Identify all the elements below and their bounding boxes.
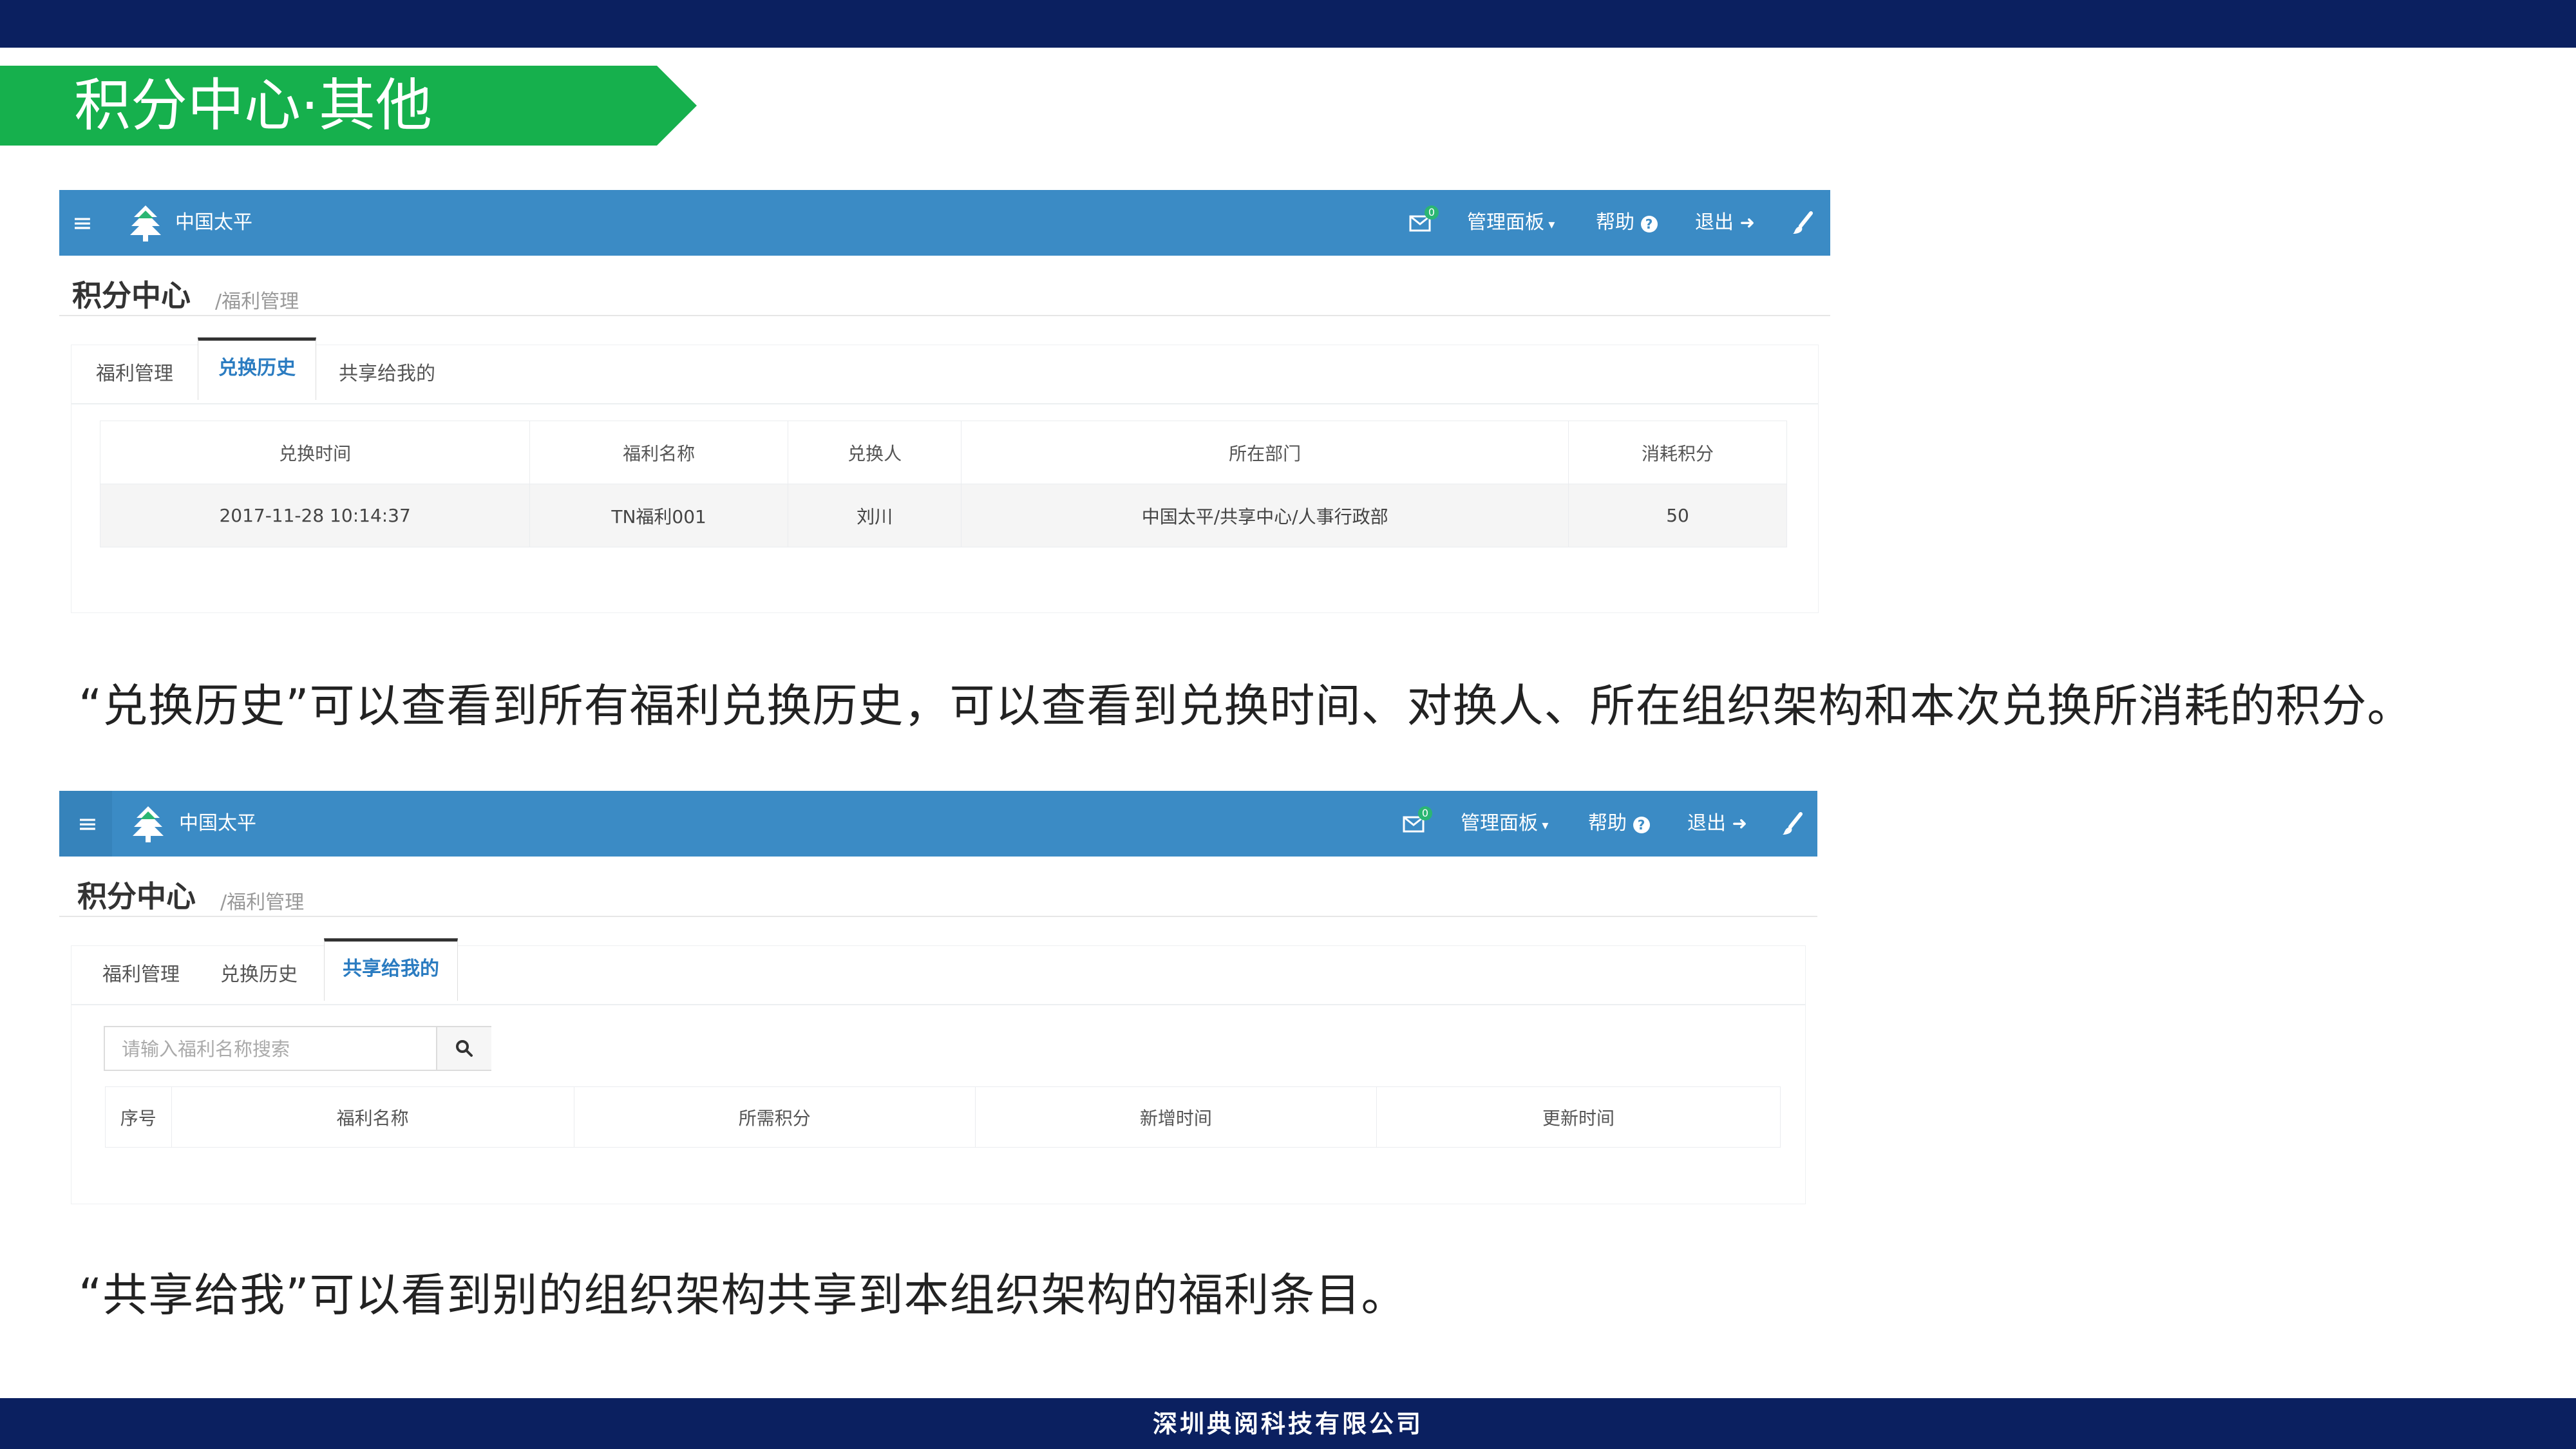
app-screenshot-shared-to-me: ≡ 中国太平 0 管理面板 ▾ 帮助 ? 退出 ➜ 积分中心 /福利管理 福利管… bbox=[59, 791, 1817, 1204]
column-header[interactable]: 所需积分 bbox=[573, 1086, 976, 1148]
help-label: 帮助 bbox=[1596, 211, 1634, 234]
menu-icon[interactable]: ≡ bbox=[77, 791, 98, 857]
exchanger-cell: 刘川 bbox=[787, 484, 962, 547]
slide-title: 积分中心·其他 bbox=[74, 72, 432, 138]
tree-logo-icon bbox=[130, 205, 161, 242]
tab-bar: 福利管理 兑换历史 共享给我的 bbox=[71, 938, 1805, 1005]
points-cell: 50 bbox=[1568, 484, 1787, 547]
column-header[interactable]: 新增时间 bbox=[974, 1086, 1377, 1148]
brush-icon[interactable] bbox=[1792, 211, 1815, 235]
page-header: 积分中心 /福利管理 bbox=[59, 857, 1817, 917]
tree-logo-icon bbox=[133, 806, 164, 842]
logout-link[interactable]: 退出 ➜ bbox=[1695, 190, 1755, 256]
tab-welfare-management[interactable]: 福利管理 bbox=[83, 345, 186, 403]
page-breadcrumb: /福利管理 bbox=[220, 891, 305, 914]
caret-down-icon: ▾ bbox=[1538, 817, 1549, 833]
search-input[interactable] bbox=[120, 1027, 432, 1071]
column-header[interactable]: 兑换人 bbox=[787, 421, 962, 484]
admin-panel-label: 管理面板 bbox=[1467, 211, 1544, 234]
search-button[interactable] bbox=[436, 1027, 491, 1070]
welfare-name-cell: TN福利001 bbox=[529, 484, 788, 547]
description-exchange-history: “兑换历史”可以查看到所有福利兑换历史，可以查看到兑换时间、对换人、所在组织架构… bbox=[79, 679, 2413, 732]
column-header[interactable]: 福利名称 bbox=[171, 1086, 574, 1148]
tab-panel: 福利管理 兑换历史 共享给我的 兑换时间 福利名称 兑换人 所在部门 消耗积分 … bbox=[71, 337, 1819, 613]
page-header: 积分中心 /福利管理 bbox=[59, 256, 1830, 316]
logout-label: 退出 bbox=[1687, 812, 1726, 835]
mail-badge: 0 bbox=[1425, 205, 1439, 220]
logout-label: 退出 bbox=[1695, 211, 1734, 234]
sign-out-icon: ➜ bbox=[1732, 813, 1748, 834]
admin-panel-dropdown[interactable]: 管理面板 ▾ bbox=[1467, 190, 1555, 257]
page-breadcrumb: /福利管理 bbox=[215, 290, 299, 313]
page-title: 积分中心 bbox=[72, 278, 191, 313]
column-header[interactable]: 序号 bbox=[105, 1086, 172, 1148]
exchange-time-cell: 2017-11-28 10:14:37 bbox=[99, 484, 531, 547]
tab-panel: 福利管理 兑换历史 共享给我的 序号 福利名称 所需积分 新增时间 更新时间 bbox=[71, 938, 1806, 1204]
brush-icon[interactable] bbox=[1781, 811, 1804, 836]
tab-welfare-management[interactable]: 福利管理 bbox=[90, 946, 193, 1004]
tab-exchange-history[interactable]: 兑换历史 bbox=[198, 337, 316, 400]
navbar: ≡ 中国太平 0 管理面板 ▾ 帮助 ? 退出 ➜ bbox=[59, 791, 1817, 857]
help-label: 帮助 bbox=[1588, 812, 1627, 835]
tab-exchange-history[interactable]: 兑换历史 bbox=[207, 946, 311, 1004]
app-screenshot-exchange-history: ≡ 中国太平 0 管理面板 ▾ 帮助 ? 退出 ➜ 积分中心 /福利管理 福利管… bbox=[59, 190, 1830, 613]
column-header[interactable]: 更新时间 bbox=[1376, 1086, 1781, 1148]
column-header[interactable]: 福利名称 bbox=[529, 421, 788, 484]
question-circle-icon: ? bbox=[1633, 817, 1650, 833]
column-header[interactable]: 兑换时间 bbox=[99, 421, 531, 484]
menu-icon[interactable]: ≡ bbox=[72, 190, 93, 256]
column-header[interactable]: 所在部门 bbox=[961, 421, 1569, 484]
search-icon bbox=[456, 1040, 473, 1057]
company-name: 深圳典阅科技有限公司 bbox=[1152, 1409, 1423, 1438]
tab-bar: 福利管理 兑换历史 共享给我的 bbox=[71, 337, 1818, 404]
brand-name[interactable]: 中国太平 bbox=[175, 190, 252, 256]
table-header-row: 序号 福利名称 所需积分 新增时间 更新时间 bbox=[105, 1086, 1781, 1148]
department-cell: 中国太平/共享中心/人事行政部 bbox=[961, 484, 1569, 547]
description-shared-to-me: “共享给我”可以看到别的组织架构共享到本组织架构的福利条目。 bbox=[79, 1269, 1407, 1321]
search-box bbox=[104, 1026, 491, 1071]
admin-panel-label: 管理面板 bbox=[1461, 812, 1538, 835]
navbar: ≡ 中国太平 0 管理面板 ▾ 帮助 ? 退出 ➜ bbox=[59, 190, 1830, 256]
tab-shared-to-me[interactable]: 共享给我的 bbox=[324, 938, 458, 1001]
table-row[interactable]: 2017-11-28 10:14:37 TN福利001 刘川 中国太平/共享中心… bbox=[99, 484, 1787, 547]
shared-welfare-table: 序号 福利名称 所需积分 新增时间 更新时间 bbox=[105, 1086, 1781, 1148]
sign-out-icon: ➜ bbox=[1739, 212, 1756, 233]
admin-panel-dropdown[interactable]: 管理面板 ▾ bbox=[1461, 791, 1548, 858]
caret-down-icon: ▾ bbox=[1544, 216, 1555, 232]
question-circle-icon: ? bbox=[1640, 216, 1658, 232]
tab-shared-to-me[interactable]: 共享给我的 bbox=[330, 345, 444, 403]
table-header-row: 兑换时间 福利名称 兑换人 所在部门 消耗积分 bbox=[99, 421, 1787, 484]
logout-link[interactable]: 退出 ➜ bbox=[1687, 791, 1747, 857]
help-link[interactable]: 帮助 ? bbox=[1588, 791, 1650, 857]
page-title: 积分中心 bbox=[77, 879, 196, 914]
column-header[interactable]: 消耗积分 bbox=[1568, 421, 1787, 484]
top-bar bbox=[0, 0, 2576, 48]
mail-badge: 0 bbox=[1418, 806, 1432, 820]
exchange-history-table: 兑换时间 福利名称 兑换人 所在部门 消耗积分 2017-11-28 10:14… bbox=[99, 421, 1787, 547]
brand-name[interactable]: 中国太平 bbox=[179, 791, 256, 857]
help-link[interactable]: 帮助 ? bbox=[1596, 190, 1658, 256]
